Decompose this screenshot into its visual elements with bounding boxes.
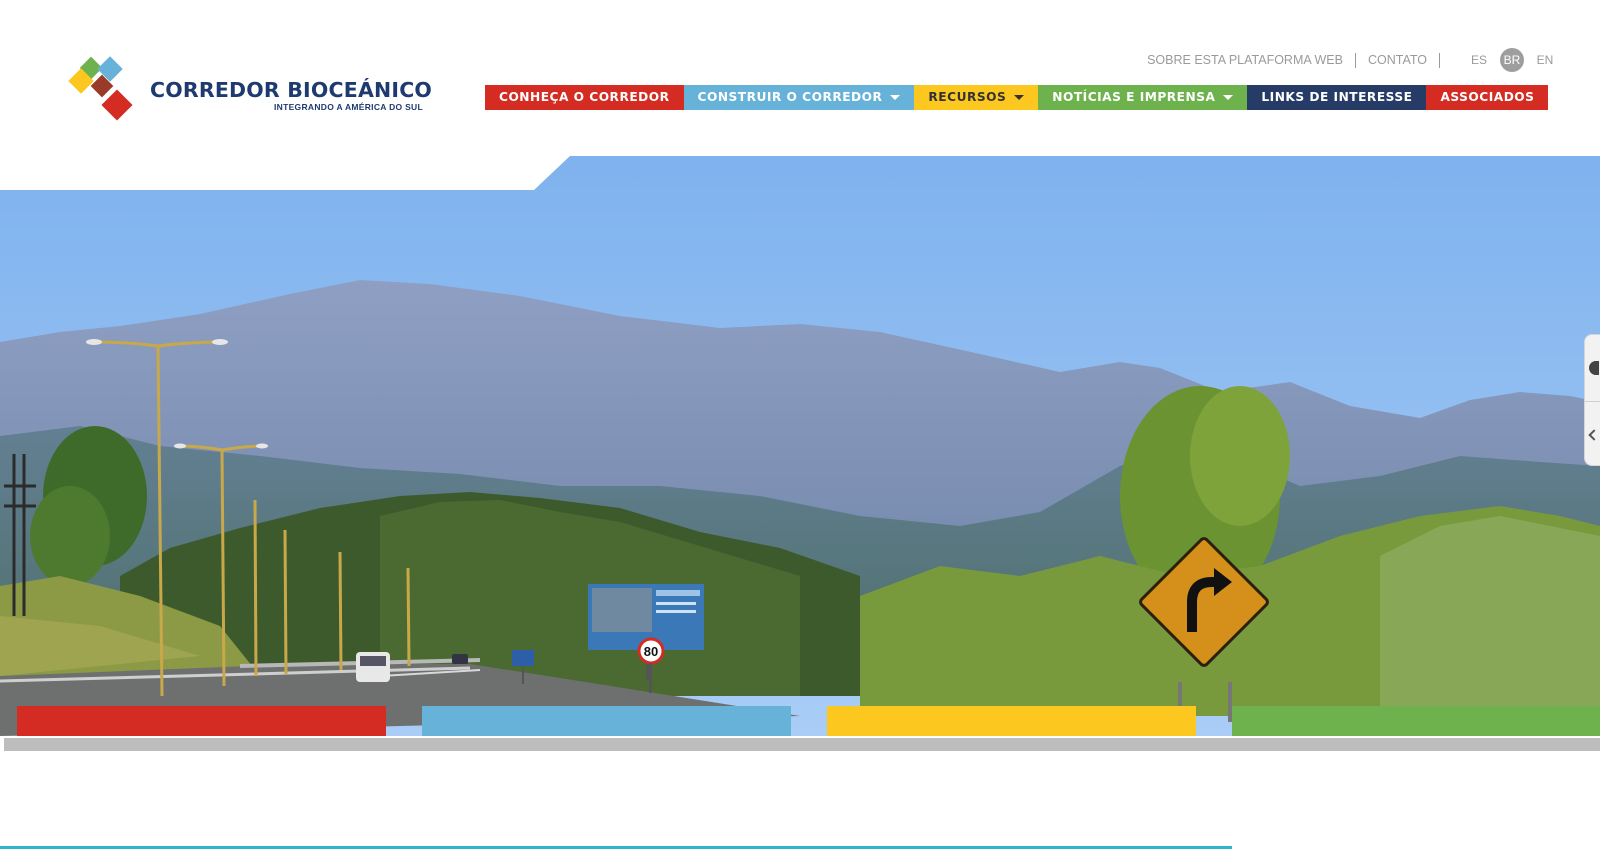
caret-down-icon	[1223, 95, 1234, 100]
hero-tab-yellow[interactable]	[827, 706, 1196, 736]
divider	[1354, 52, 1356, 68]
nav-label: CONSTRUIR O CORREDOR	[697, 90, 883, 104]
nav-label: ASSOCIADOS	[1440, 90, 1535, 104]
language-switcher: ES BR EN	[1458, 48, 1558, 72]
contact-link[interactable]: CONTATO	[1368, 53, 1427, 67]
divider	[1439, 52, 1440, 68]
svg-text:80: 80	[644, 644, 658, 659]
hero-bottom-border	[4, 738, 1600, 751]
utility-bar: SOBRE ESTA PLATAFORMA WEB CONTATO ES BR …	[1147, 48, 1558, 72]
lang-es[interactable]: ES	[1466, 48, 1492, 72]
logo-title: CORREDOR BIOCEÁNICO	[150, 78, 433, 102]
nav-associados[interactable]: ASSOCIADOS	[1426, 85, 1549, 110]
nav-label: RECURSOS	[928, 90, 1007, 104]
about-platform-link[interactable]: SOBRE ESTA PLATAFORMA WEB	[1147, 53, 1343, 67]
logo-mark-icon	[68, 56, 133, 121]
hero-tab-strip	[0, 706, 1600, 736]
nav-construir-o-corredor[interactable]: CONSTRUIR O CORREDOR	[683, 85, 915, 110]
caret-down-icon	[1014, 95, 1025, 100]
nav-noticias-e-imprensa[interactable]: NOTÍCIAS E IMPRENSA	[1038, 85, 1248, 110]
hero-tab-red[interactable]	[17, 706, 386, 736]
lang-en[interactable]: EN	[1532, 48, 1558, 72]
nav-label: NOTÍCIAS E IMPRENSA	[1052, 90, 1216, 104]
site-header: CORREDOR BIOCEÁNICO INTEGRANDO A AMÉRICA…	[0, 0, 1600, 150]
main-nav: CONHEÇA O CORREDOR CONSTRUIR O CORREDOR …	[485, 85, 1549, 110]
logo-subtitle: INTEGRANDO A AMÉRICA DO SUL	[274, 102, 423, 112]
nav-label: CONHEÇA O CORREDOR	[499, 90, 670, 104]
chevron-left-icon[interactable]	[1588, 429, 1600, 441]
hero-banner: 80	[0, 156, 1600, 736]
half-circle-icon[interactable]	[1589, 361, 1599, 375]
hero-tab-blue[interactable]	[422, 706, 791, 736]
site-logo[interactable]: CORREDOR BIOCEÁNICO INTEGRANDO A AMÉRICA…	[68, 56, 432, 128]
caret-down-icon	[890, 95, 901, 100]
lang-br[interactable]: BR	[1500, 48, 1524, 72]
nav-label: LINKS DE INTERESSE	[1261, 90, 1413, 104]
hero-landscape-image: 80	[0, 156, 1600, 736]
nav-links-de-interesse[interactable]: LINKS DE INTERESSE	[1247, 85, 1427, 110]
nav-recursos[interactable]: RECURSOS	[914, 85, 1039, 110]
side-slider-controls[interactable]	[1584, 334, 1600, 466]
nav-conheca-o-corredor[interactable]: CONHEÇA O CORREDOR	[485, 85, 684, 110]
divider	[1585, 401, 1600, 402]
hero-tab-green[interactable]	[1232, 706, 1600, 736]
